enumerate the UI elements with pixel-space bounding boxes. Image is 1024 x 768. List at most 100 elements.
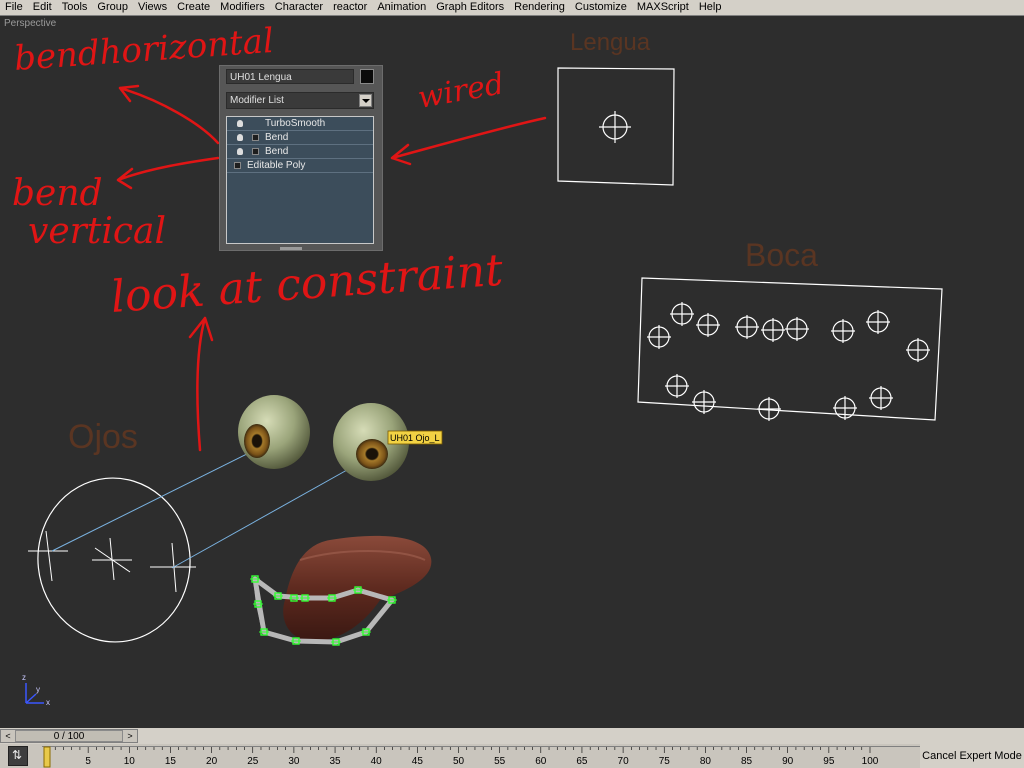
menu-character[interactable]: Character xyxy=(270,0,328,15)
arrow-wired xyxy=(390,116,547,166)
time-prev-arrow-icon[interactable]: < xyxy=(2,731,14,741)
menu-graph-editors[interactable]: Graph Editors xyxy=(431,0,509,15)
menu-bar: File Edit Tools Group Views Create Modif… xyxy=(0,0,1024,16)
boca-point-helper[interactable] xyxy=(757,397,781,421)
trackbar-label: 35 xyxy=(329,756,341,767)
menu-create[interactable]: Create xyxy=(172,0,215,15)
trackbar-label: 100 xyxy=(862,756,879,767)
stack-item-label: TurboSmooth xyxy=(265,118,326,129)
boca-point-helper[interactable] xyxy=(831,319,855,343)
viewport-scene[interactable]: Lengua Boca Ojos UH01 Ojo_L bendhorizont… xyxy=(0,16,1024,728)
menu-rendering[interactable]: Rendering xyxy=(509,0,570,15)
time-slider[interactable]: < 0 / 100 > xyxy=(0,729,138,743)
time-next-arrow-icon[interactable]: > xyxy=(124,731,136,741)
menu-modifiers[interactable]: Modifiers xyxy=(215,0,270,15)
expand-plus-icon[interactable] xyxy=(252,134,259,141)
modifier-list-dropdown[interactable]: Modifier List xyxy=(226,92,374,109)
stack-item-turbosmooth[interactable]: TurboSmooth xyxy=(227,117,373,131)
boca-point-helper[interactable] xyxy=(785,317,809,341)
bend-vertical-note-2: vertical xyxy=(28,211,166,252)
menu-file[interactable]: File xyxy=(0,0,28,15)
boca-point-helper[interactable] xyxy=(906,338,930,362)
ojos-control[interactable] xyxy=(28,471,198,650)
boca-point-helper[interactable] xyxy=(696,313,720,337)
boca-point-helper[interactable] xyxy=(869,386,893,410)
boca-helper[interactable] xyxy=(637,277,943,421)
trackbar-label: 85 xyxy=(741,756,753,767)
wired-note: wired xyxy=(415,66,506,116)
boca-point-helper[interactable] xyxy=(665,374,689,398)
trackbar-label: 50 xyxy=(453,756,465,767)
time-cursor[interactable] xyxy=(43,746,51,768)
arrow-bend-horizontal xyxy=(118,84,220,145)
trackbar-label: 55 xyxy=(494,756,506,767)
trackbar-label: 25 xyxy=(247,756,259,767)
axis-x-label: x xyxy=(46,698,50,707)
time-slider-thumb[interactable]: 0 / 100 xyxy=(15,730,123,742)
lightbulb-icon[interactable] xyxy=(237,120,243,127)
stack-item-editable-poly[interactable]: Editable Poly xyxy=(227,159,373,173)
perspective-viewport[interactable]: Lengua Boca Ojos UH01 Ojo_L bendhorizont… xyxy=(0,16,1024,728)
expand-plus-icon[interactable] xyxy=(252,148,259,155)
axis-y-label: y xyxy=(36,685,40,694)
lengua-label: Lengua xyxy=(570,29,651,56)
boca-point-helper[interactable] xyxy=(647,325,671,349)
center-target[interactable] xyxy=(92,537,132,581)
bend-vertical-note-1: bend xyxy=(12,173,103,214)
trackbar-label: 95 xyxy=(823,756,835,767)
modifier-panel: UH01 Lengua Modifier List TurboSmooth Be… xyxy=(219,65,383,251)
menu-customize[interactable]: Customize xyxy=(570,0,632,15)
arrow-bend-vertical xyxy=(116,156,220,190)
menu-maxscript[interactable]: MAXScript xyxy=(632,0,694,15)
lengua-point-helper[interactable] xyxy=(599,111,631,143)
trackbar-label: 60 xyxy=(535,756,547,767)
trackbar-label: 40 xyxy=(371,756,383,767)
boca-point-helper[interactable] xyxy=(692,390,716,414)
lengua-helper[interactable] xyxy=(557,67,675,186)
ojo-r-target[interactable] xyxy=(28,530,68,582)
boca-point-helper[interactable] xyxy=(670,302,694,326)
panel-resize-grip[interactable] xyxy=(280,247,302,250)
menu-group[interactable]: Group xyxy=(92,0,133,15)
trackbar-label: 20 xyxy=(206,756,218,767)
lightbulb-icon[interactable] xyxy=(237,148,243,155)
stack-item-label: Editable Poly xyxy=(247,160,306,171)
menu-edit[interactable]: Edit xyxy=(28,0,57,15)
open-mini-curve-editor-button[interactable] xyxy=(8,746,28,766)
object-name-field[interactable]: UH01 Lengua xyxy=(226,69,354,84)
trackbar-label: 80 xyxy=(700,756,712,767)
boca-point-helper[interactable] xyxy=(833,396,857,420)
stack-item-bend-2[interactable]: Bend xyxy=(227,145,373,159)
bottom-toolbar: < 0 / 100 > 0510152025303540455055606570… xyxy=(0,728,1024,768)
object-color-swatch[interactable] xyxy=(360,69,374,84)
viewport-label[interactable]: Perspective xyxy=(4,18,56,29)
menu-tools[interactable]: Tools xyxy=(57,0,93,15)
menu-reactor[interactable]: reactor xyxy=(328,0,372,15)
boca-point-helpers xyxy=(647,302,930,421)
trackbar[interactable]: 0510152025303540455055606570758085909510… xyxy=(42,746,920,768)
stack-item-label: Bend xyxy=(265,132,289,143)
stack-item-bend-1[interactable]: Bend xyxy=(227,131,373,145)
menu-views[interactable]: Views xyxy=(133,0,172,15)
lightbulb-icon[interactable] xyxy=(237,134,243,141)
boca-point-helper[interactable] xyxy=(866,310,890,334)
trackbar-ticks xyxy=(46,747,871,753)
modifier-stack: TurboSmooth Bend Bend Editable Poly xyxy=(226,116,374,244)
menu-help[interactable]: Help xyxy=(694,0,727,15)
trackbar-label: 30 xyxy=(288,756,300,767)
look-at-constraint-note: look at constraint xyxy=(109,245,505,323)
eye-right-mesh[interactable] xyxy=(238,395,310,469)
expand-plus-icon[interactable] xyxy=(234,162,241,169)
modifier-list-label: Modifier List xyxy=(230,95,284,106)
trackbar-label: 5 xyxy=(85,756,91,767)
object-tooltip: UH01 Ojo_L xyxy=(387,430,443,445)
trackbar-label: 90 xyxy=(782,756,794,767)
trackbar-label: 10 xyxy=(124,756,136,767)
menu-animation[interactable]: Animation xyxy=(372,0,431,15)
dropdown-arrow-icon[interactable] xyxy=(359,94,372,107)
axis-gizmo: z x y xyxy=(22,673,50,707)
cancel-expert-mode-button[interactable]: Cancel Expert Mode xyxy=(920,744,1024,768)
arrow-look-at xyxy=(188,316,214,452)
boca-point-helper[interactable] xyxy=(735,315,759,339)
boca-point-helper[interactable] xyxy=(761,318,785,342)
